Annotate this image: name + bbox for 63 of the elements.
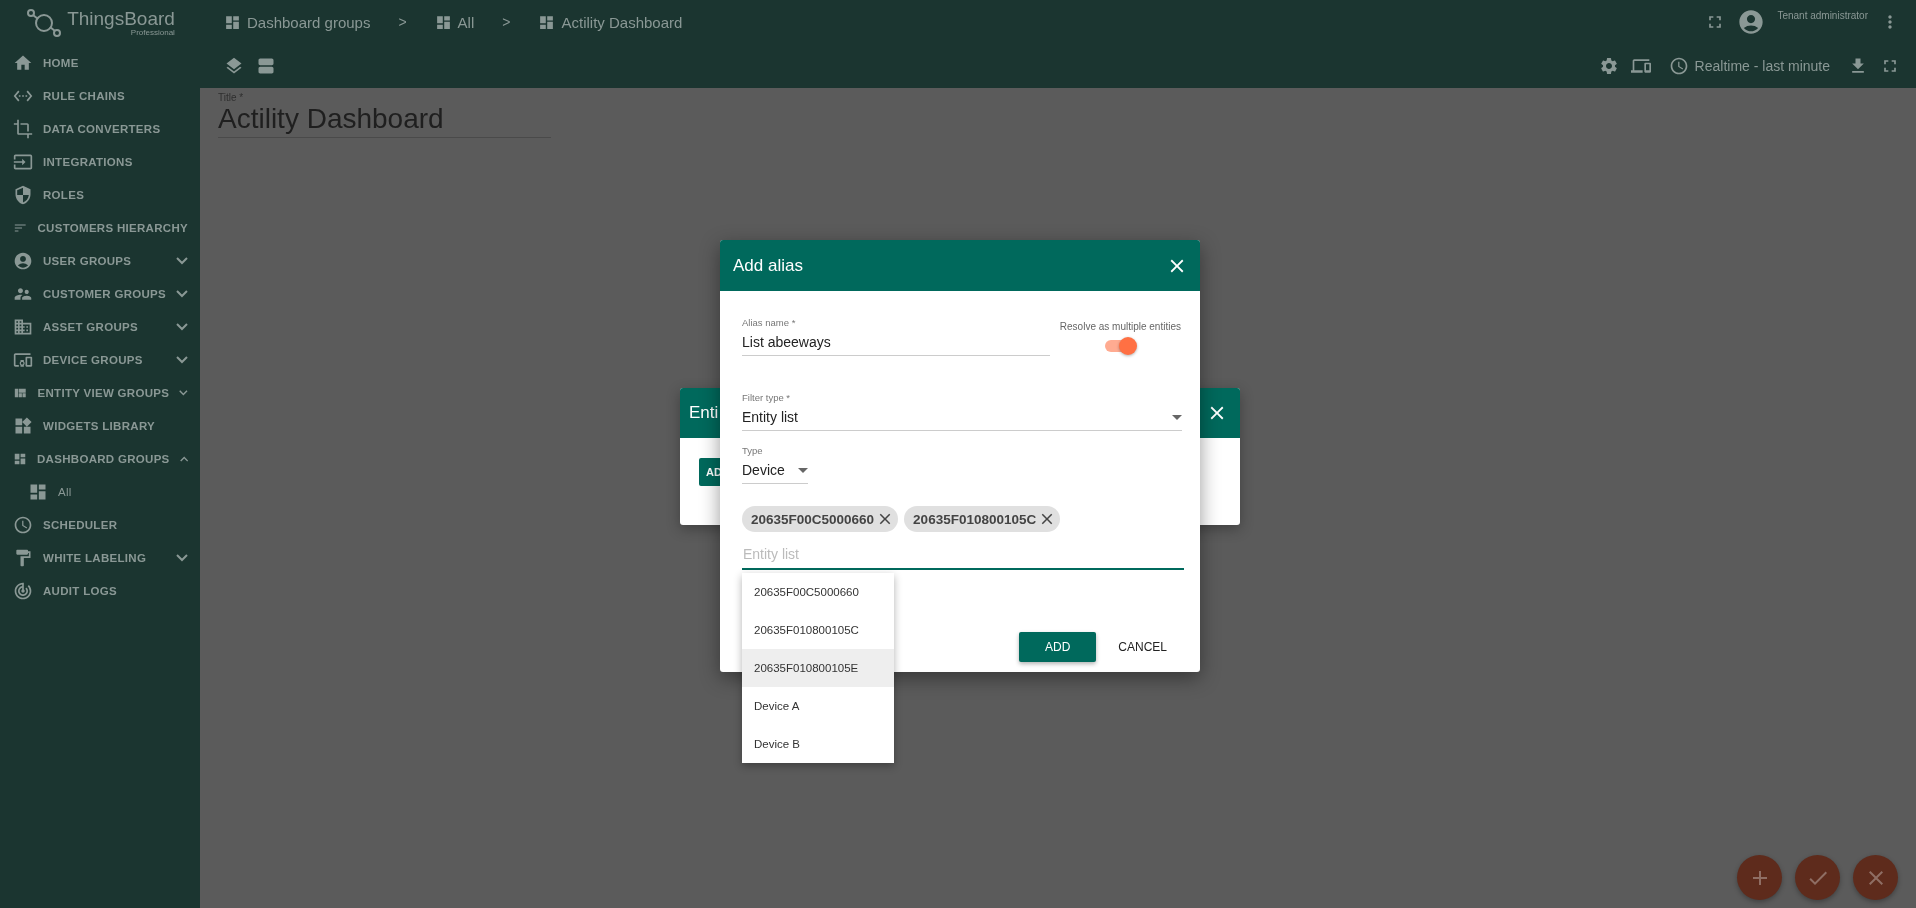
sidebar-subitem[interactable]: All [0, 475, 200, 508]
sidebar-item[interactable]: DATA CONVERTERS [0, 112, 200, 145]
breadcrumb-link[interactable]: All [434, 13, 475, 31]
settings-icon[interactable] [1598, 56, 1619, 76]
sidebar-item[interactable]: ENTITY VIEW GROUPS [0, 376, 200, 409]
type-select[interactable]: Type Device [742, 445, 808, 484]
filter-type-select[interactable]: Filter type * Entity list [742, 392, 1182, 431]
menu-option[interactable]: 20635F010800105C [742, 611, 894, 649]
shield-icon [13, 184, 33, 205]
target-icon [13, 580, 33, 601]
breadcrumb-link[interactable]: Dashboard groups [224, 13, 371, 31]
sidebar-item[interactable]: DASHBOARD GROUPS [0, 442, 200, 475]
logo-icon [25, 6, 64, 40]
toggle-switch[interactable] [1105, 340, 1136, 352]
sidebar-item[interactable]: DEVICE GROUPS [0, 343, 200, 376]
menu-option[interactable]: Device A [742, 687, 894, 725]
entity-chip[interactable]: 20635F00C5000660 [742, 506, 899, 532]
sidebar-item[interactable]: SCHEDULER [0, 508, 200, 541]
sidebar-item[interactable]: HOME [0, 46, 200, 79]
layers-icon[interactable] [224, 56, 244, 76]
account-icon[interactable] [1737, 8, 1766, 36]
dashboard-icon [434, 13, 452, 31]
sidebar-item[interactable]: INTEGRATIONS [0, 145, 200, 178]
add-button[interactable]: ADD [1018, 632, 1097, 662]
menu-option[interactable]: Device B [742, 725, 894, 763]
paint-roller-icon [13, 547, 33, 568]
breadcrumb-link[interactable]: Actility Dashboard [538, 13, 683, 31]
toggle-label: Resolve as multiple entities [1059, 321, 1181, 332]
alias-name-field[interactable]: Alias name * List abeeways [742, 317, 1050, 356]
dashboard-icon [224, 13, 241, 31]
logo-edition: Professional [130, 29, 175, 37]
dropdown-arrow-icon [798, 467, 808, 473]
sidebar-item[interactable]: USER GROUPS [0, 244, 200, 277]
menu-option[interactable]: 20635F00C5000660 [742, 573, 894, 611]
layout-icon[interactable] [256, 56, 276, 76]
dialog-title: Add alias [733, 255, 803, 276]
sidebar-item[interactable]: ROLES [0, 178, 200, 211]
devices-icon[interactable] [1630, 56, 1651, 76]
sidebar-item[interactable]: ASSET GROUPS [0, 310, 200, 343]
sidebar-item[interactable]: CUSTOMER GROUPS [0, 277, 200, 310]
dashboard-icon [538, 13, 556, 31]
sidebar-item[interactable]: WIDGETS LIBRARY [0, 409, 200, 442]
sidebar-item[interactable]: RULE CHAINS [0, 79, 200, 112]
dialog-title: Enti [689, 403, 719, 423]
widgets-icon [13, 415, 33, 436]
title-field[interactable]: Actility Dashboard [218, 103, 551, 138]
menu-option[interactable]: 20635F010800105E [742, 649, 894, 687]
clock-icon [1668, 56, 1689, 76]
breadcrumb-separator: > [398, 14, 407, 30]
sidebar-item[interactable]: WHITE LABELING [0, 541, 200, 574]
sidebar-item[interactable]: CUSTOMERS HIERARCHY [0, 211, 200, 244]
crop-icon [13, 118, 33, 139]
entity-chip[interactable]: 20635F010800105C [904, 506, 1061, 532]
user-role: Tenant administrator [1777, 10, 1868, 21]
logo-name: ThingsBoard [67, 9, 175, 29]
dropdown-arrow-icon [1172, 414, 1182, 420]
account-icon [13, 250, 33, 271]
timewindow-button[interactable]: Realtime - last minute [1662, 55, 1836, 77]
breadcrumb-separator: > [502, 14, 511, 30]
clock-icon [13, 514, 33, 535]
add-fab[interactable] [1737, 855, 1782, 900]
sidebar-item[interactable]: AUDIT LOGS [0, 574, 200, 607]
cancel-button[interactable]: CANCEL [1104, 632, 1181, 662]
